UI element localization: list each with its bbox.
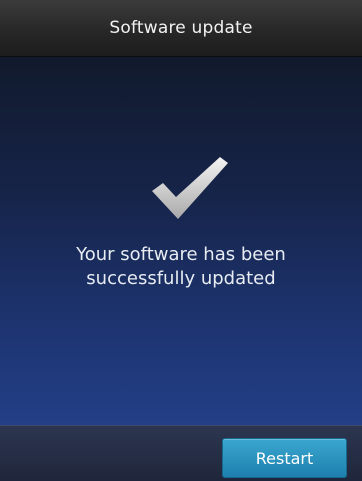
status-message-line-1: Your software has been	[76, 244, 286, 265]
restart-button[interactable]: Restart	[222, 438, 347, 478]
update-screen: Software update Your software has been s…	[0, 0, 362, 481]
footer-bar: Restart	[0, 425, 362, 481]
title-bar: Software update	[0, 0, 362, 57]
status-message: Your software has been successfully upda…	[0, 243, 362, 291]
page-title: Software update	[109, 18, 253, 38]
checkmark-icon	[152, 157, 228, 219]
status-message-line-2: successfully updated	[86, 268, 276, 289]
content-area: Your software has been successfully upda…	[0, 57, 362, 425]
